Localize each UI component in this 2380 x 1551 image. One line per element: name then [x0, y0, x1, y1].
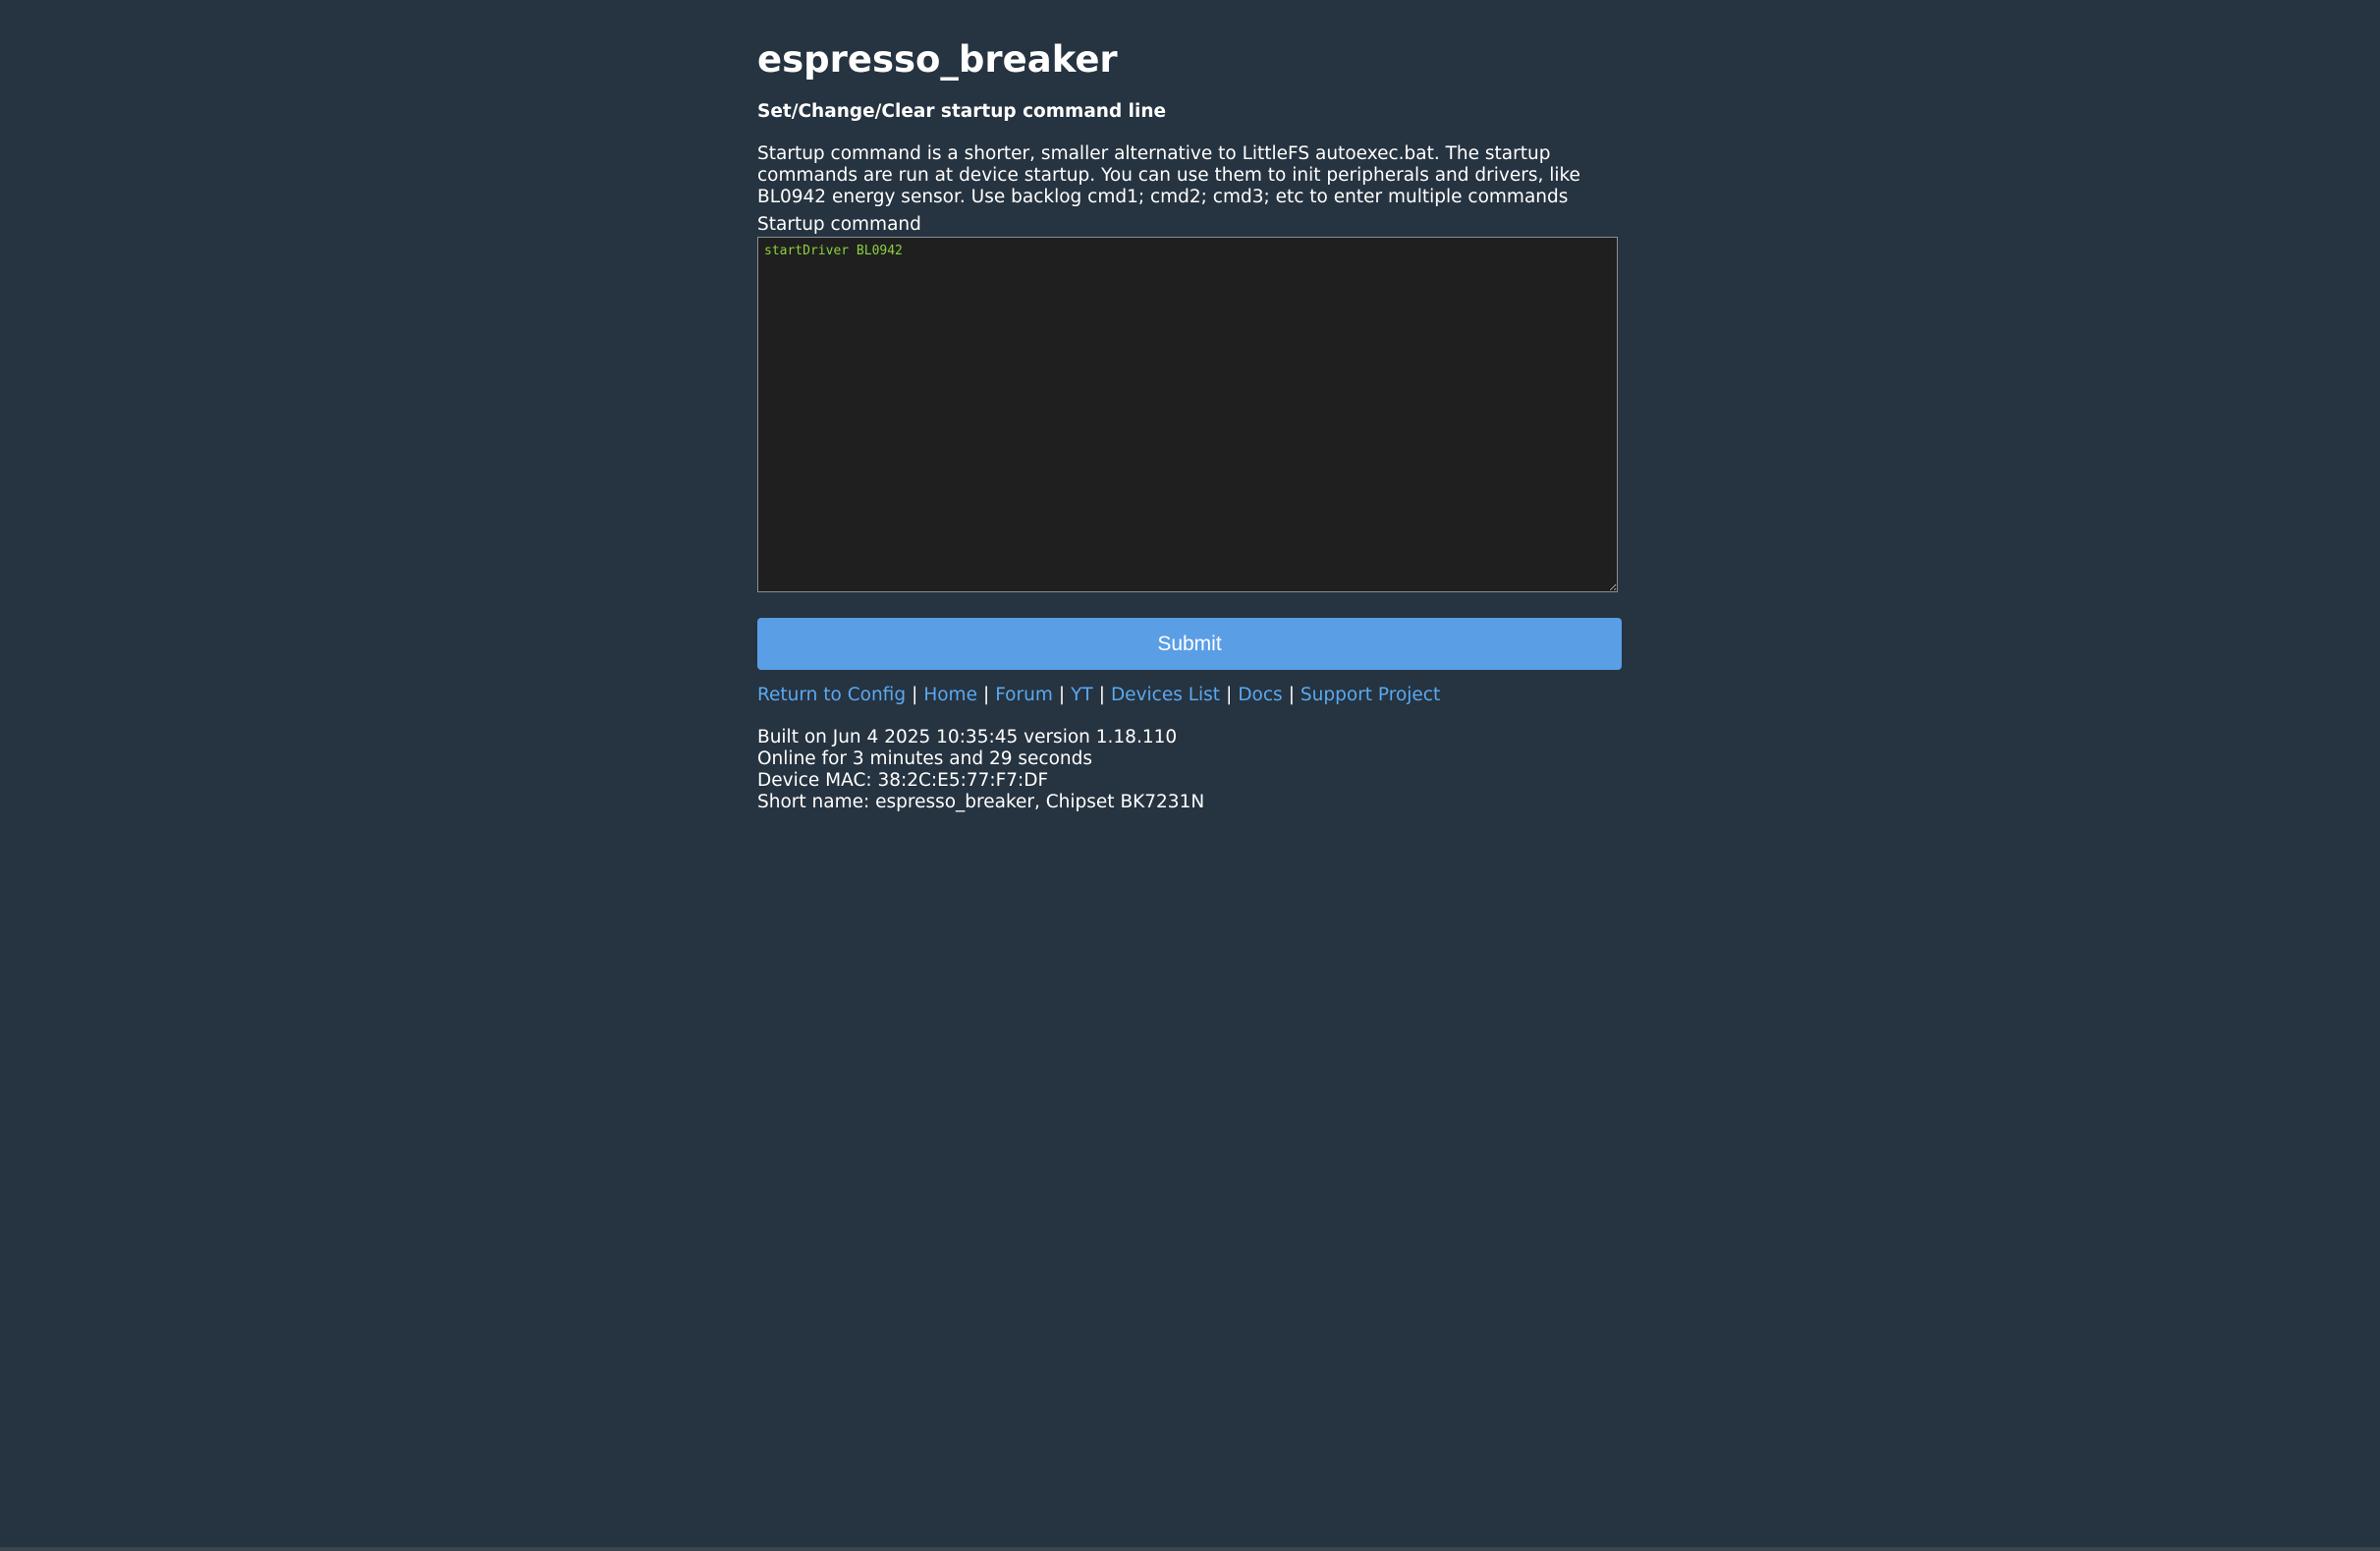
startup-command-label: Startup command — [757, 214, 921, 235]
uptime-info: Online for 3 minutes and 29 seconds — [757, 748, 1093, 769]
nav-separator: | — [1098, 685, 1105, 705]
startup-command-textarea[interactable]: startDriver BL0942 — [757, 237, 1618, 592]
build-info: Built on Jun 4 2025 10:35:45 version 1.1… — [757, 727, 1178, 748]
nav-separator: | — [982, 685, 990, 705]
return-to-config-link[interactable]: Return to Config — [757, 685, 906, 705]
main-content: espresso_breaker Set/Change/Clear startu… — [757, 35, 1624, 813]
support-project-link[interactable]: Support Project — [1301, 685, 1440, 705]
section-title: Set/Change/Clear startup command line — [757, 101, 1167, 122]
home-link[interactable]: Home — [923, 685, 977, 705]
docs-link[interactable]: Docs — [1238, 685, 1282, 705]
nav-separator: | — [1226, 685, 1233, 705]
devices-list-link[interactable]: Devices List — [1111, 685, 1220, 705]
page-title: espresso_breaker — [757, 38, 1118, 81]
footer-nav: Return to Config | Home | Forum | YT | Devices L… — [757, 684, 1624, 707]
nav-separator: | — [1288, 685, 1295, 705]
startup-command-form: Startup command startDriver BL0942 Submi… — [757, 214, 1624, 670]
submit-button[interactable]: Submit — [757, 618, 1622, 670]
nav-separator: | — [912, 685, 918, 705]
yt-link[interactable]: YT — [1071, 685, 1093, 705]
nav-separator: | — [1058, 685, 1066, 705]
description-text: Startup command is a shorter, smaller al… — [757, 143, 1580, 207]
forum-link[interactable]: Forum — [995, 685, 1053, 705]
mac-info: Device MAC: 38:2C:E5:77:F7:DF — [757, 770, 1049, 791]
window-bottom-edge — [0, 1547, 2380, 1551]
device-info: Built on Jun 4 2025 10:35:45 version 1.1… — [757, 727, 1624, 813]
short-name-info: Short name: espresso_breaker, Chipset BK… — [757, 792, 1205, 812]
